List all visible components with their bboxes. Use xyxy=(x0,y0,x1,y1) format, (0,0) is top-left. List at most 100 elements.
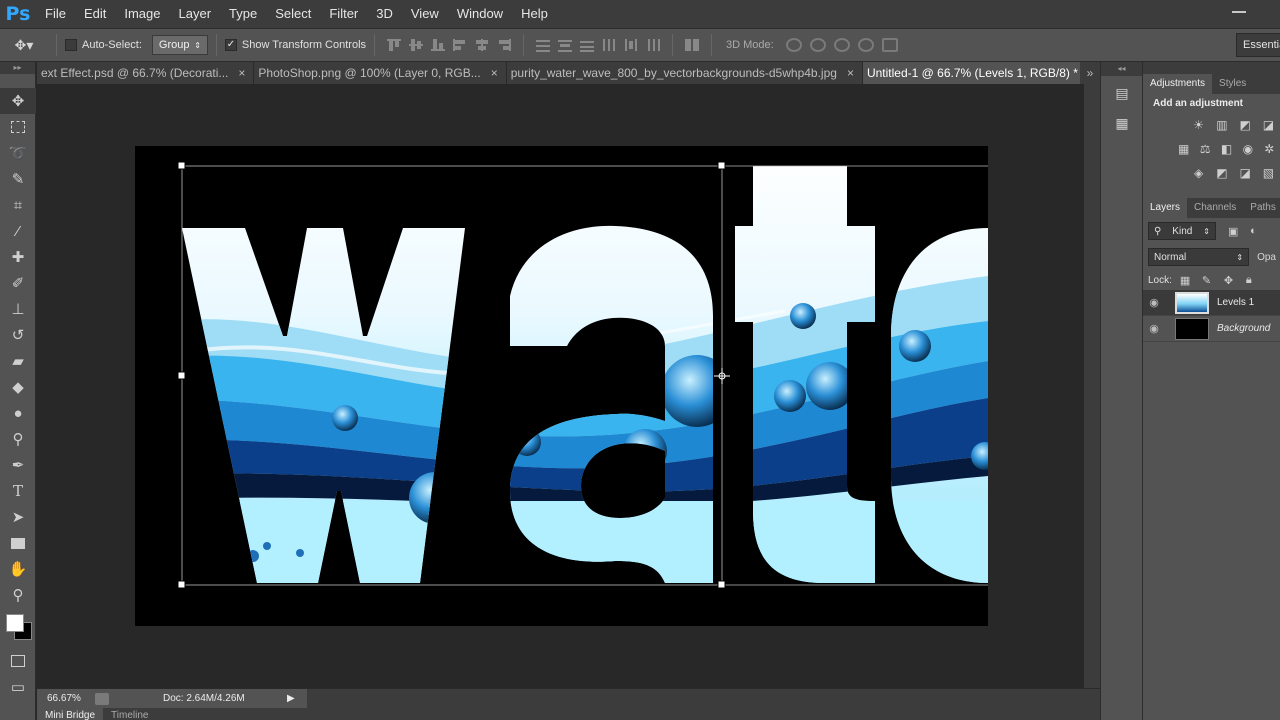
path-selection-tool-icon[interactable]: ➤ xyxy=(0,504,36,530)
distribute-top-icon[interactable] xyxy=(535,38,551,52)
vertical-scrollbar[interactable] xyxy=(1084,84,1100,688)
eraser-tool-icon[interactable]: ▰ xyxy=(0,348,36,374)
tab-channels[interactable]: Channels xyxy=(1187,198,1243,218)
brush-tool-icon[interactable]: ✐ xyxy=(0,270,36,296)
quick-mask-icon[interactable] xyxy=(0,648,36,674)
collapse-icon[interactable]: ◂◂ xyxy=(1101,62,1142,76)
foreground-color-swatch[interactable] xyxy=(6,614,24,632)
doc-tab-text-effect[interactable]: ext Effect.psd @ 66.7% (Decorati... × xyxy=(37,62,255,84)
threshold-icon[interactable]: ◪ xyxy=(1237,166,1254,180)
status-menu-arrow-icon[interactable]: ▶ xyxy=(287,693,295,704)
status-info-icon[interactable] xyxy=(95,692,109,705)
collapse-icon[interactable]: ▸▸ xyxy=(0,62,35,74)
3d-roll-icon[interactable] xyxy=(809,38,826,52)
show-transform-checkbox[interactable]: ✓ xyxy=(224,39,237,51)
curves-icon[interactable]: ◩ xyxy=(1237,118,1254,132)
lock-all-icon[interactable]: 🔒︎ xyxy=(1246,274,1260,286)
layer-name[interactable]: Levels 1 xyxy=(1217,297,1254,308)
zoom-tool-icon[interactable]: ⚲ xyxy=(0,582,36,608)
lock-pixels-icon[interactable]: ✎ xyxy=(1202,274,1216,287)
auto-align-icon[interactable] xyxy=(684,38,700,52)
levels-icon[interactable]: ▥ xyxy=(1213,118,1230,132)
type-tool-icon[interactable]: T xyxy=(0,478,36,504)
menu-layer[interactable]: Layer xyxy=(170,0,221,28)
screen-mode-icon[interactable]: ▭ xyxy=(0,674,36,700)
color-balance-icon[interactable]: ◧ xyxy=(1219,142,1234,156)
layer-row-levels-1[interactable]: ◉ Levels 1 xyxy=(1143,290,1280,316)
adjustment-filter-icon[interactable]: ◐ xyxy=(1250,225,1264,237)
blur-tool-icon[interactable]: ● xyxy=(0,400,36,426)
distribute-vcenter-icon[interactable] xyxy=(557,38,573,52)
blend-mode-dropdown[interactable]: Normal ⇕ xyxy=(1148,248,1250,266)
menu-type[interactable]: Type xyxy=(220,0,266,28)
properties-panel-icon[interactable]: ▦ xyxy=(1107,110,1137,136)
align-hcenter-icon[interactable] xyxy=(474,38,490,52)
align-right-icon[interactable] xyxy=(496,38,512,52)
shape-tool-icon[interactable] xyxy=(0,530,36,556)
brightness-icon[interactable]: ☀ xyxy=(1190,118,1207,132)
3d-rotate-icon[interactable] xyxy=(785,38,802,52)
align-top-icon[interactable] xyxy=(386,38,402,52)
layer-name[interactable]: Background xyxy=(1217,323,1270,334)
visibility-eye-icon[interactable]: ◉ xyxy=(1143,296,1165,309)
exposure-icon[interactable]: ◪ xyxy=(1260,118,1277,132)
clone-stamp-tool-icon[interactable]: ⊥ xyxy=(0,296,36,322)
auto-select-checkbox[interactable] xyxy=(65,39,77,51)
horizontal-scrollbar[interactable] xyxy=(307,689,1100,709)
photo-filter-icon[interactable]: ✲ xyxy=(1262,142,1277,156)
black-white-icon[interactable]: ◉ xyxy=(1240,142,1255,156)
3d-scale-icon[interactable] xyxy=(881,38,898,52)
close-icon[interactable]: × xyxy=(491,66,498,80)
move-tool-icon[interactable]: ✥ xyxy=(0,88,36,114)
close-icon[interactable]: × xyxy=(847,66,854,80)
dodge-tool-icon[interactable]: ⚲ xyxy=(0,426,36,452)
distribute-hcenter-icon[interactable] xyxy=(623,38,639,52)
layer-row-background[interactable]: ◉ Background xyxy=(1143,316,1280,342)
pen-tool-icon[interactable]: ✒ xyxy=(0,452,36,478)
distribute-right-icon[interactable] xyxy=(645,38,661,52)
tabs-overflow-icon[interactable]: » xyxy=(1080,62,1100,84)
menu-file[interactable]: File xyxy=(36,0,75,28)
auto-select-target-dropdown[interactable]: Group ⇕ xyxy=(151,35,208,55)
align-bottom-icon[interactable] xyxy=(430,38,446,52)
menu-select[interactable]: Select xyxy=(266,0,320,28)
close-icon[interactable]: × xyxy=(238,66,245,80)
hand-tool-icon[interactable]: ✋ xyxy=(0,556,36,582)
align-left-icon[interactable] xyxy=(452,38,468,52)
visibility-eye-icon[interactable]: ◉ xyxy=(1143,322,1165,335)
lock-position-icon[interactable]: ✥ xyxy=(1224,274,1238,287)
doc-tab-purity-water[interactable]: purity_water_wave_800_by_vectorbackgroun… xyxy=(506,62,863,84)
quick-select-tool-icon[interactable]: ✎ xyxy=(0,166,36,192)
move-tool-preset-icon[interactable]: ✥▾ xyxy=(0,28,48,62)
zoom-level-field[interactable]: 66.67% xyxy=(37,693,87,704)
posterize-icon[interactable]: ◩ xyxy=(1213,166,1230,180)
image-filter-icon[interactable]: ▣ xyxy=(1228,225,1242,238)
history-brush-tool-icon[interactable]: ↺ xyxy=(0,322,36,348)
3d-slide-icon[interactable] xyxy=(857,38,874,52)
tab-paths[interactable]: Paths xyxy=(1243,198,1280,218)
crop-tool-icon[interactable]: ⌗ xyxy=(0,192,36,218)
menu-filter[interactable]: Filter xyxy=(320,0,367,28)
tab-styles[interactable]: Styles xyxy=(1212,74,1253,94)
tab-mini-bridge[interactable]: Mini Bridge xyxy=(37,708,104,720)
tab-layers[interactable]: Layers xyxy=(1143,198,1188,218)
menu-image[interactable]: Image xyxy=(115,0,169,28)
hue-saturation-icon[interactable]: ⚖ xyxy=(1197,142,1212,156)
menu-help[interactable]: Help xyxy=(512,0,557,28)
distribute-bottom-icon[interactable] xyxy=(579,38,595,52)
lock-transparent-icon[interactable]: ▦ xyxy=(1180,274,1194,287)
tab-timeline[interactable]: Timeline xyxy=(103,708,156,720)
menu-edit[interactable]: Edit xyxy=(75,0,115,28)
menu-view[interactable]: View xyxy=(402,0,448,28)
history-panel-icon[interactable]: ▤ xyxy=(1107,80,1137,106)
healing-brush-tool-icon[interactable]: ✚ xyxy=(0,244,36,270)
document-canvas[interactable] xyxy=(135,146,988,626)
tab-adjustments[interactable]: Adjustments xyxy=(1143,74,1213,94)
layer-filter-kind-dropdown[interactable]: ⚲ Kind ⇕ xyxy=(1148,222,1216,240)
doc-tab-photoshop-png[interactable]: PhotoShop.png @ 100% (Layer 0, RGB... × xyxy=(254,62,507,84)
invert-icon[interactable]: ◈ xyxy=(1190,166,1207,180)
align-vcenter-icon[interactable] xyxy=(408,38,424,52)
eyedropper-tool-icon[interactable]: ⁄ xyxy=(0,218,36,244)
lasso-tool-icon[interactable]: ➰ xyxy=(0,140,36,166)
workspace-switcher[interactable]: Essentials xyxy=(1236,33,1280,57)
